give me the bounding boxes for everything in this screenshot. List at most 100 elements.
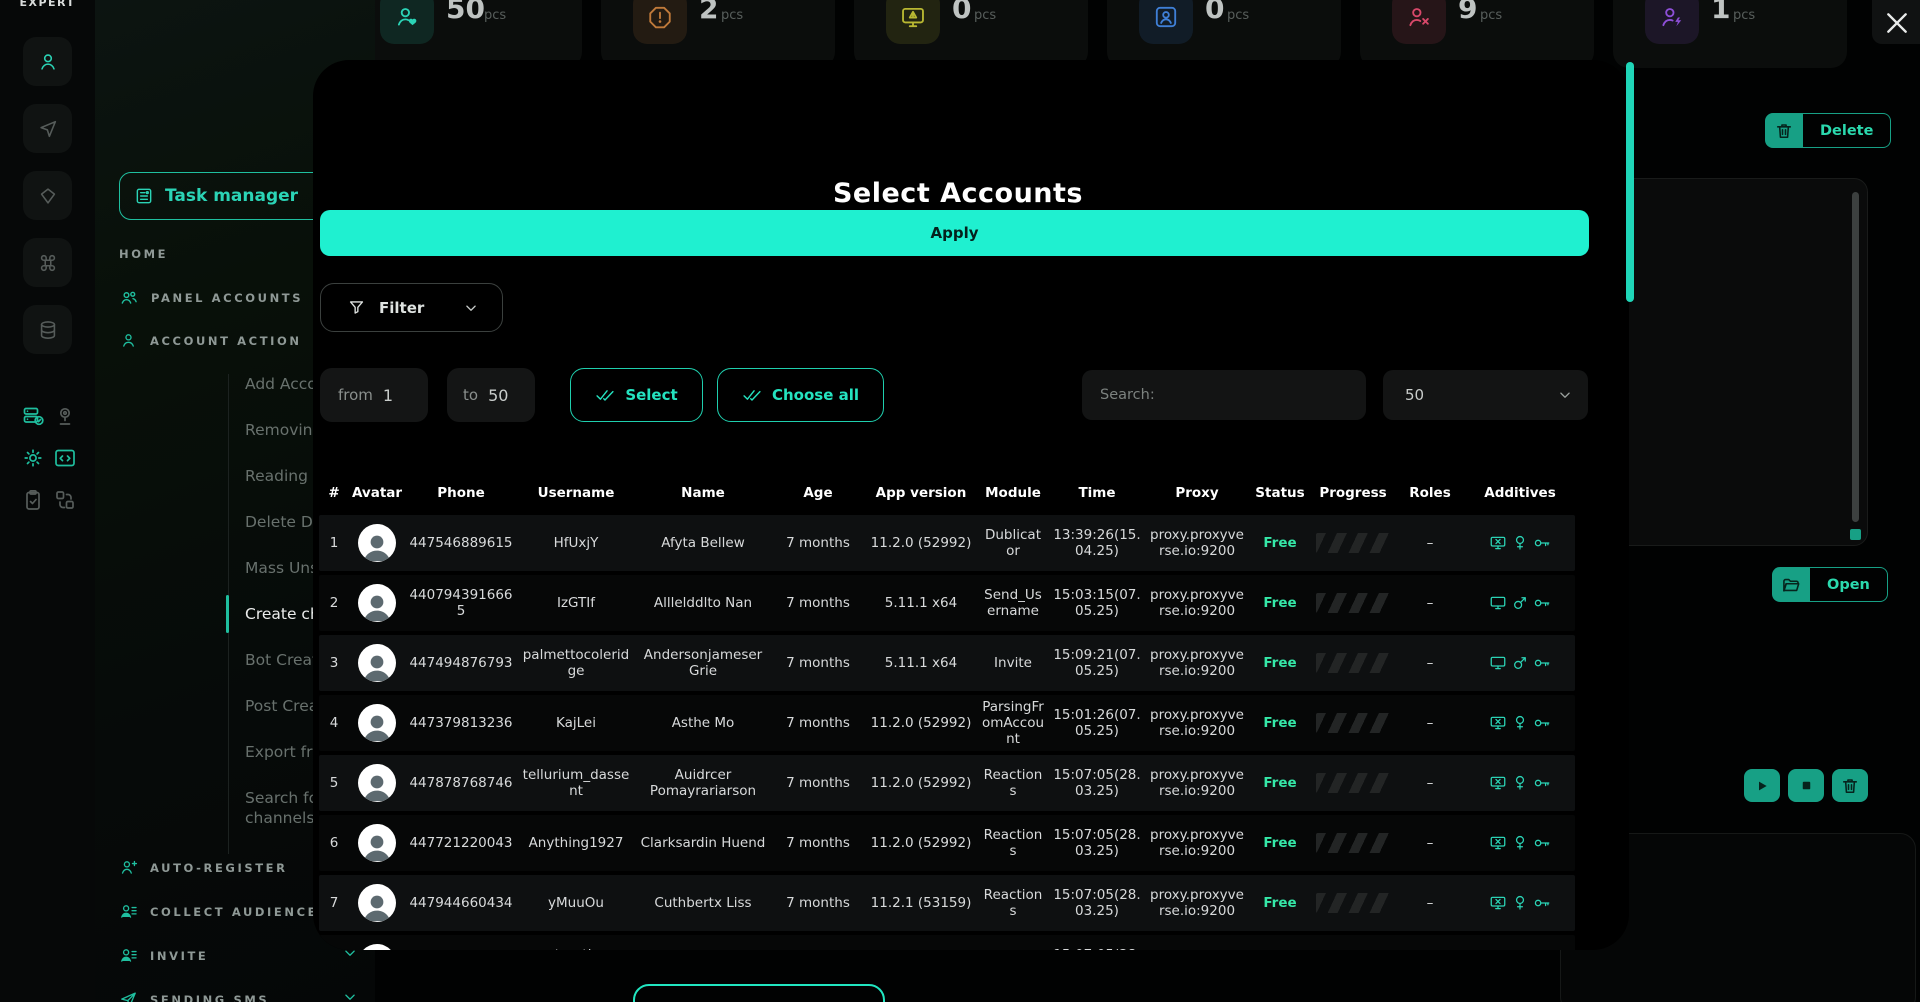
rail-button-person[interactable]	[23, 37, 72, 86]
webcam-icon[interactable]	[52, 403, 78, 429]
log-panel-scrollbar[interactable]	[1852, 192, 1859, 522]
header-cell-app-version: App version	[865, 485, 977, 501]
stop-button[interactable]	[1788, 769, 1824, 802]
swap-icon[interactable]	[52, 487, 78, 513]
cell-avatar	[349, 644, 405, 682]
cell-additives	[1465, 654, 1575, 672]
table-row[interactable]: 5447878768746tellurium_dassentAuidrcer P…	[319, 755, 1575, 811]
modal-scrollbar[interactable]	[1626, 62, 1634, 302]
filter-dropdown[interactable]: Filter	[320, 283, 503, 332]
from-field: from	[320, 368, 428, 422]
cell-roles: –	[1395, 655, 1465, 671]
header-cell-roles: Roles	[1395, 485, 1465, 501]
cell-time: 15:07:05(28.03.25)	[1049, 767, 1145, 799]
sidebar-item-invite[interactable]: INVITE	[119, 946, 208, 965]
user-icon	[119, 331, 138, 350]
search-input[interactable]	[1082, 370, 1366, 420]
page-size-select[interactable]: 50	[1383, 370, 1588, 420]
cell-name: Asthe Mo	[635, 715, 771, 731]
stat-card-top-2: 0pcs	[854, 0, 1088, 68]
choose-all-button[interactable]: Choose all	[717, 368, 884, 422]
users-icon	[119, 288, 139, 308]
sidebar-item-collect-audience[interactable]: COLLECT AUDIENCE	[119, 902, 318, 921]
female-icon	[1511, 834, 1529, 852]
cell-module: Dublicator	[977, 527, 1049, 559]
server-check-icon[interactable]	[20, 403, 46, 429]
cell-phone: 4407943916665	[405, 587, 517, 619]
cell-roles: –	[1395, 835, 1465, 851]
rail-button-database[interactable]	[23, 305, 72, 354]
open-button[interactable]: Open	[1772, 567, 1888, 602]
cell-name: Clarksardin Huend	[635, 835, 771, 851]
table-row[interactable]: 24407943916665IzGTIfAlllelddlto Nan7 mon…	[319, 575, 1575, 631]
select-accounts-modal: Select Accounts Apply Filter from to Sel…	[313, 60, 1629, 950]
task-manager-icon	[134, 186, 154, 206]
rail-button-nav-arrow[interactable]	[23, 104, 72, 153]
apply-button[interactable]: Apply	[320, 210, 1589, 256]
key-icon	[1533, 774, 1551, 792]
close-icon[interactable]	[1884, 10, 1910, 36]
sidebar-item-sending-sms[interactable]: SENDING SMS	[119, 990, 269, 1002]
delete-button[interactable]: Delete	[1765, 113, 1891, 148]
cell-additives	[1465, 594, 1575, 612]
cell-app_version: 11.2.1 (53159)	[865, 895, 977, 911]
double-check-icon	[742, 385, 762, 405]
cell-app_version: 11.2.0 (52992)	[865, 775, 977, 791]
key-icon	[1533, 834, 1551, 852]
person-lightning-icon	[1645, 0, 1699, 44]
code-window-icon[interactable]	[52, 445, 78, 471]
table-row[interactable]: 6447721220043Anything1927Clarksardin Hue…	[319, 815, 1575, 871]
rail-button-diamond[interactable]	[23, 171, 72, 220]
cell-username: unsaturationama	[517, 947, 635, 950]
sidebar-item-panel-accounts[interactable]: PANEL ACCOUNTS	[119, 288, 303, 308]
to-input[interactable]	[488, 386, 528, 405]
resize-handle[interactable]	[1850, 529, 1861, 540]
cell-additives	[1465, 714, 1575, 732]
chevron-down-icon	[1556, 386, 1574, 404]
cell-phone: 447878768746	[405, 775, 517, 791]
cell-roles: –	[1395, 715, 1465, 731]
sidebar-item-auto-register[interactable]: AUTO-REGISTER	[119, 858, 288, 877]
screen-x-icon	[1489, 534, 1507, 552]
cell-app_version: 5.11.1 x64	[865, 595, 977, 611]
table-row[interactable]: 3447494876793palmettocoleridgeAndersonja…	[319, 635, 1575, 691]
select-button[interactable]: Select	[570, 368, 703, 422]
gear-icon[interactable]	[20, 445, 46, 471]
additives-icons	[1469, 894, 1571, 912]
cell-time: 15:07:05(28.0	[1049, 947, 1145, 950]
trash-button[interactable]	[1832, 769, 1868, 802]
stat-unit: pcs	[721, 8, 743, 23]
sidebar-item-home[interactable]: HOME	[119, 247, 168, 261]
cell-num: 1	[319, 535, 349, 551]
cell-num: 3	[319, 655, 349, 671]
person-frame-icon	[1139, 0, 1193, 44]
from-input[interactable]	[383, 386, 423, 405]
progress-bar	[1316, 893, 1390, 913]
bottom-action-button[interactable]	[633, 984, 885, 1002]
stat-value: 2	[699, 0, 718, 25]
table-row[interactable]: 4447379813236KajLeiAsthe Mo7 months11.2.…	[319, 695, 1575, 751]
sidebar-item-account-action[interactable]: ACCOUNT ACTION	[119, 331, 302, 350]
cell-status: Free	[1249, 895, 1311, 911]
additives-icons	[1469, 534, 1571, 552]
brand-logo: EXPERT	[0, 0, 95, 9]
rail-button-command[interactable]	[23, 238, 72, 287]
cell-phone: 447494876793	[405, 655, 517, 671]
cell-status: Free	[1249, 835, 1311, 851]
clipboard-check-icon[interactable]	[20, 487, 46, 513]
cell-time: 15:03:15(07.05.25)	[1049, 587, 1145, 619]
cell-status: Free	[1249, 595, 1311, 611]
table-row[interactable]: 844746650553unsaturationamaReactio15:07:…	[319, 935, 1575, 950]
chevron-down-icon[interactable]	[341, 988, 359, 1002]
cell-time: 15:07:05(28.03.25)	[1049, 827, 1145, 859]
table-row[interactable]: 7447944660434yMuuOuCuthbertx Liss7 month…	[319, 875, 1575, 931]
play-button[interactable]	[1744, 769, 1780, 802]
cell-username: yMuuOu	[517, 895, 635, 911]
table-row[interactable]: 1447546889615HfUxjYAfyta Bellew7 months1…	[319, 515, 1575, 571]
cell-module: ParsingFromAccount	[977, 699, 1049, 747]
female-icon	[1511, 534, 1529, 552]
cell-roles: –	[1395, 895, 1465, 911]
female-icon	[1511, 894, 1529, 912]
cell-progress	[1311, 893, 1395, 913]
cell-avatar	[349, 584, 405, 622]
